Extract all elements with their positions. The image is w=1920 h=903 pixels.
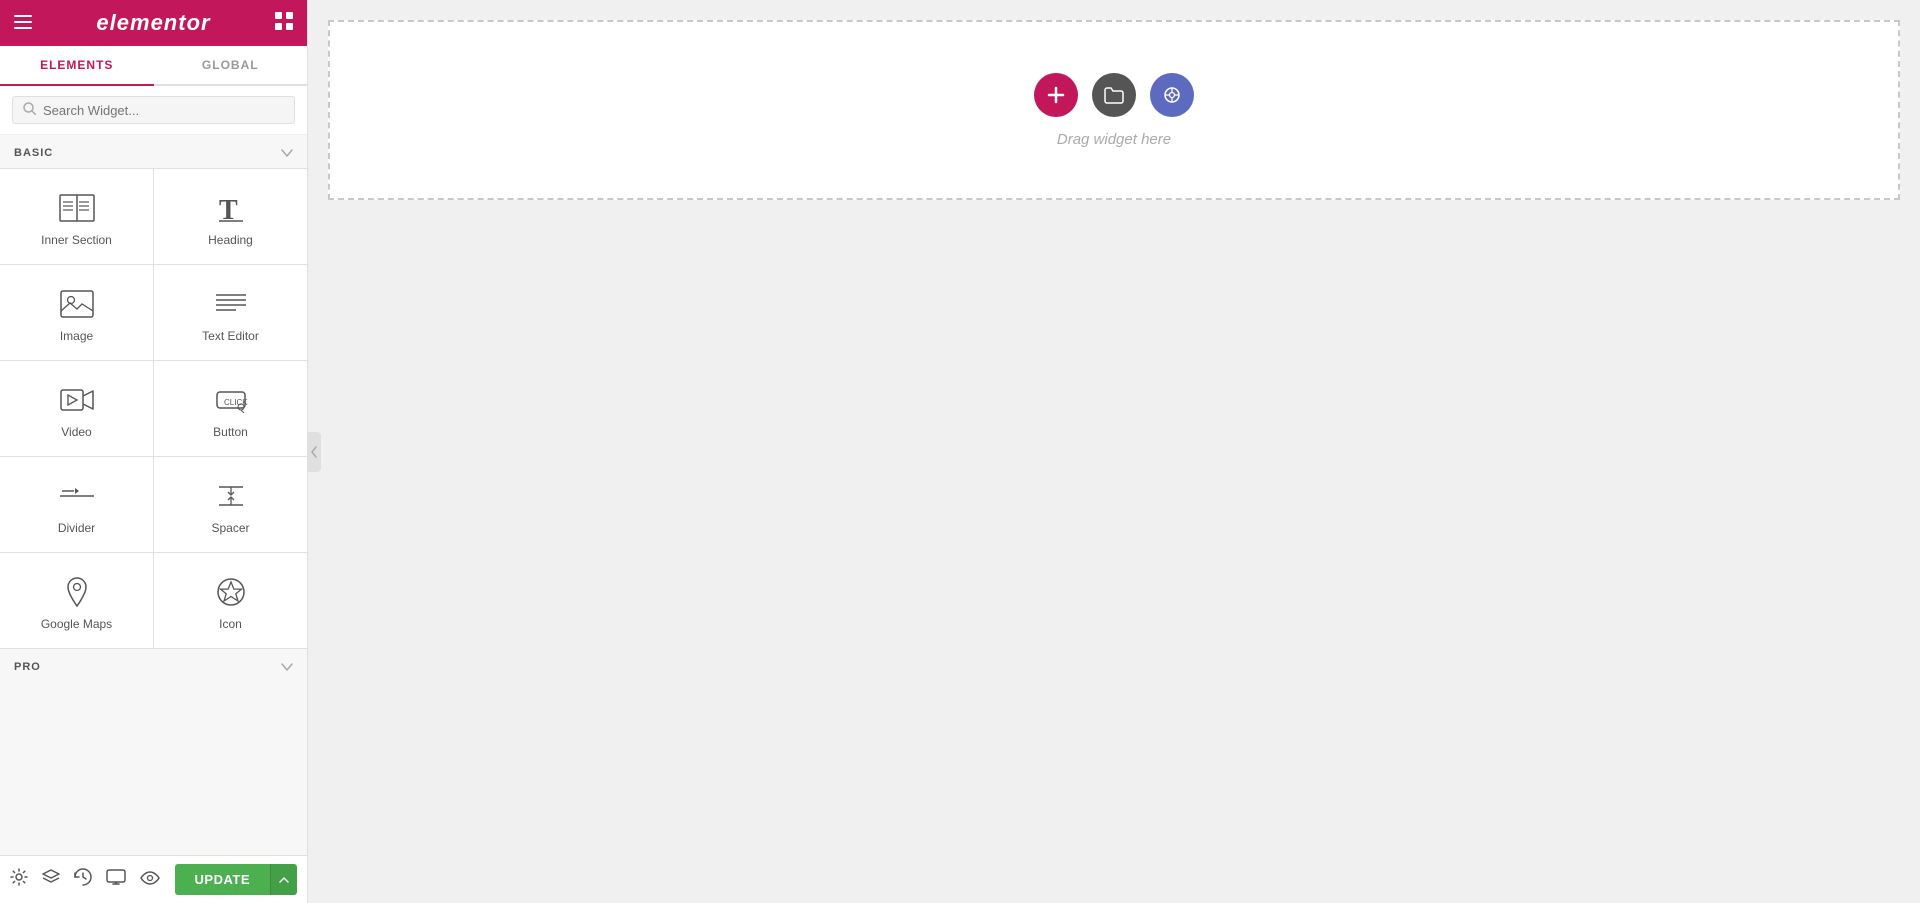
- pro-section-header[interactable]: PRO: [0, 648, 307, 682]
- text-editor-icon: [214, 287, 248, 321]
- widgets-scroll: BASIC: [0, 135, 307, 855]
- widget-divider-label: Divider: [58, 521, 95, 535]
- layers-icon[interactable]: [42, 869, 60, 890]
- widget-image[interactable]: Image: [0, 265, 153, 360]
- drag-widget-text: Drag widget here: [1057, 131, 1171, 148]
- widget-spacer-label: Spacer: [211, 521, 249, 535]
- theme-builder-button[interactable]: [1150, 73, 1194, 117]
- sidebar-tabs: ELEMENTS GLOBAL: [0, 46, 307, 86]
- image-icon: [60, 287, 94, 321]
- google-maps-icon: [62, 575, 92, 609]
- widget-text-editor-label: Text Editor: [202, 329, 259, 343]
- tab-elements[interactable]: ELEMENTS: [0, 46, 154, 84]
- hamburger-icon[interactable]: [14, 13, 32, 34]
- eye-icon[interactable]: [140, 870, 160, 890]
- pro-section-chevron: [281, 659, 293, 674]
- widget-inner-section[interactable]: Inner Section: [0, 169, 153, 264]
- sidebar: elementor ELEMENTS GLOBAL: [0, 0, 308, 903]
- widget-divider[interactable]: Divider: [0, 457, 153, 552]
- widget-video-label: Video: [61, 425, 91, 439]
- logo: elementor: [96, 10, 210, 36]
- widget-text-editor[interactable]: Text Editor: [154, 265, 307, 360]
- divider-icon: [60, 479, 94, 513]
- canvas: Drag widget here: [308, 0, 1920, 903]
- search-icon: [23, 102, 36, 118]
- sidebar-header: elementor: [0, 0, 307, 46]
- pro-section-title: PRO: [14, 661, 41, 673]
- basic-section-chevron: [281, 145, 293, 160]
- sidebar-footer: UPDATE: [0, 855, 307, 903]
- basic-section-header[interactable]: BASIC: [0, 135, 307, 168]
- history-icon[interactable]: [74, 868, 92, 891]
- widget-icon-label: Icon: [219, 617, 242, 631]
- add-widget-button[interactable]: [1034, 73, 1078, 117]
- update-dropdown-button[interactable]: [270, 864, 297, 895]
- tab-global[interactable]: GLOBAL: [154, 46, 308, 84]
- search-input-wrap: [12, 96, 295, 124]
- widget-heading[interactable]: T Heading: [154, 169, 307, 264]
- widget-button[interactable]: CLICK Button: [154, 361, 307, 456]
- grid-icon[interactable]: [275, 12, 293, 35]
- heading-icon: T: [217, 191, 245, 225]
- widget-inner-section-label: Inner Section: [41, 233, 112, 247]
- widget-video[interactable]: Video: [0, 361, 153, 456]
- video-icon: [60, 383, 94, 417]
- drop-zone-actions: [1034, 73, 1194, 117]
- spacer-icon: [217, 479, 245, 513]
- svg-text:T: T: [219, 195, 238, 223]
- footer-icons: [10, 868, 160, 891]
- widget-image-label: Image: [60, 329, 93, 343]
- settings-icon[interactable]: [10, 868, 28, 891]
- widget-spacer[interactable]: Spacer: [154, 457, 307, 552]
- search-container: [0, 86, 307, 135]
- responsive-icon[interactable]: [106, 869, 126, 890]
- widget-button-label: Button: [213, 425, 248, 439]
- widget-google-maps[interactable]: Google Maps: [0, 553, 153, 648]
- widget-grid: Inner Section T Heading: [0, 168, 307, 648]
- drop-zone[interactable]: Drag widget here: [328, 20, 1900, 200]
- canvas-inner: Drag widget here: [328, 20, 1900, 200]
- inner-section-icon: [59, 191, 95, 225]
- svg-text:CLICK: CLICK: [224, 398, 248, 407]
- icon-widget-icon: [216, 575, 246, 609]
- update-button-wrap: UPDATE: [175, 864, 297, 895]
- search-input[interactable]: [43, 103, 284, 118]
- basic-section-title: BASIC: [14, 147, 53, 159]
- template-library-button[interactable]: [1092, 73, 1136, 117]
- button-icon: CLICK: [214, 383, 248, 417]
- collapse-handle[interactable]: [307, 432, 321, 472]
- widget-icon[interactable]: Icon: [154, 553, 307, 648]
- widget-google-maps-label: Google Maps: [41, 617, 112, 631]
- widget-heading-label: Heading: [208, 233, 253, 247]
- update-button[interactable]: UPDATE: [175, 864, 270, 895]
